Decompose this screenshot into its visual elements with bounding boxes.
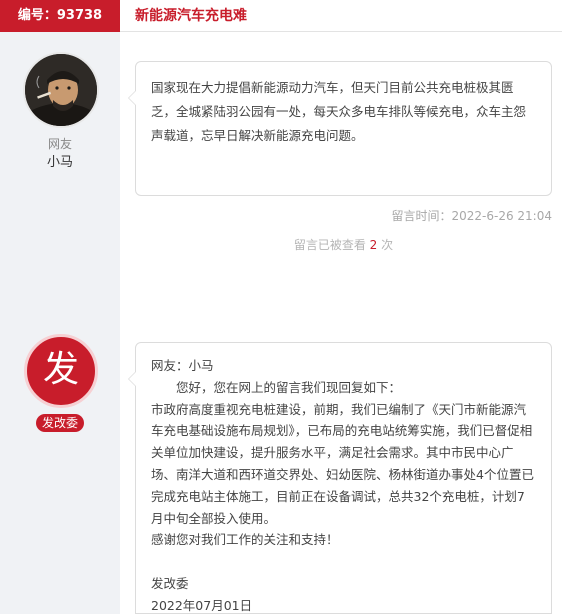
view-count: 2 (369, 238, 378, 252)
view-count-line: 留言已被查看 2 次 (135, 236, 552, 253)
user-role: 网友 (47, 137, 72, 151)
header-bar: 编号：93738 新能源汽车充电难 (0, 0, 562, 32)
reply-thanks: 感谢您对我们工作的关注和支持！ (151, 532, 339, 548)
reply-text: 网友：小马 您好，您在网上的留言我们现回复如下： 市政府高度重视充电桩建设，前期… (151, 355, 537, 614)
user-name: 小马 (46, 155, 73, 170)
reply-intro: 您好，您在网上的留言我们现回复如下： (176, 379, 402, 395)
message-text: 国家现在大力提倡新能源动力汽车，但天门目前公共充电桩极其匮乏，全城紧陆羽公园有一… (151, 80, 527, 143)
reply-signature: 发改委 (151, 575, 189, 591)
dept-avatar: 发 (24, 334, 98, 408)
reply-body: 市政府高度重视充电桩建设，前期，我们已编制了《天门市新能源汽车充电基础设施布局规… (151, 401, 534, 526)
message-number: 编号：93738 (0, 0, 120, 32)
message-time: 留言时间：2022-6-26 21:04 (391, 209, 552, 223)
reply-greeting: 网友：小马 (151, 358, 214, 373)
avatar-portrait-icon (25, 54, 97, 126)
user-avatar (23, 52, 99, 128)
message-bubble: 国家现在大力提倡新能源动力汽车，但天门目前公共充电桩极其匮乏，全城紧陆羽公园有一… (128, 61, 552, 196)
view-suffix: 次 (381, 238, 394, 252)
reply-date: 2022年07月01日 (151, 597, 253, 613)
view-prefix: 留言已被查看 (293, 238, 366, 252)
reply-bubble: 网友：小马 您好，您在网上的留言我们现回复如下： 市政府高度重视充电桩建设，前期… (128, 342, 552, 614)
page-title: 新能源汽车充电难 (135, 8, 247, 24)
dept-name-badge: 发改委 (36, 414, 84, 432)
